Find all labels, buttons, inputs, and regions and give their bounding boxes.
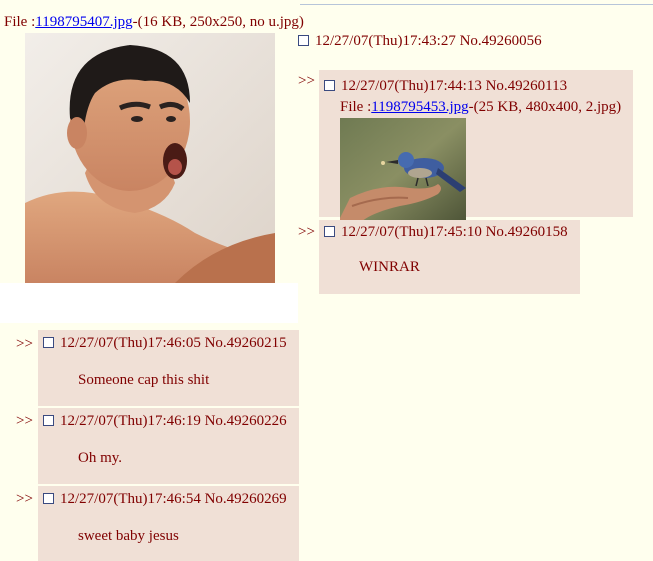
op-image-caption-area xyxy=(0,283,298,323)
reply-post: 12/27/07(Thu)17:44:13 No.49260113 File :… xyxy=(319,70,633,223)
reply-post: 12/27/07(Thu)17:46:19 No.49260226 Oh my. xyxy=(38,408,299,484)
reply-header: 12/27/07(Thu)17:46:54 No.49260269 xyxy=(43,491,287,508)
op-header-text: 12/27/07(Thu)17:43:27 No.49260056 xyxy=(315,33,542,49)
reply-body: WINRAR xyxy=(359,259,420,275)
reply-header-text: 12/27/07(Thu)17:44:13 No.49260113 xyxy=(341,78,568,94)
reply-header: 12/27/07(Thu)17:46:19 No.49260226 xyxy=(43,413,287,430)
reply-file-meta: -(25 KB, 480x400, 2.jpg) xyxy=(468,99,622,115)
op-checkbox[interactable] xyxy=(298,35,309,46)
reply-marker: >> xyxy=(16,491,33,507)
reply-post: 12/27/07(Thu)17:46:05 No.49260215 Someon… xyxy=(38,330,299,406)
reply-post: 12/27/07(Thu)17:45:10 No.49260158 WINRAR xyxy=(319,220,580,294)
reply-marker: >> xyxy=(16,336,33,352)
op-file-prefix: File : xyxy=(4,14,36,30)
reply-file-prefix: File : xyxy=(340,99,372,115)
reply-header: 12/27/07(Thu)17:45:10 No.49260158 xyxy=(324,224,568,241)
reply-checkbox[interactable] xyxy=(43,337,54,348)
reply-checkbox[interactable] xyxy=(324,226,335,237)
op-header: 12/27/07(Thu)17:43:27 No.49260056 xyxy=(298,33,542,50)
reply-header: 12/27/07(Thu)17:44:13 No.49260113 xyxy=(324,78,567,95)
reply-header: 12/27/07(Thu)17:46:05 No.49260215 xyxy=(43,335,287,352)
reply-marker: >> xyxy=(298,224,315,240)
top-divider xyxy=(300,4,653,5)
reply-body: sweet baby jesus xyxy=(78,528,179,544)
reply-body: Someone cap this shit xyxy=(78,372,210,388)
reply-header-text: 12/27/07(Thu)17:46:54 No.49260269 xyxy=(60,491,287,507)
op-file-info: File :1198795407.jpg-(16 KB, 250x250, no… xyxy=(4,14,304,31)
reply-file-info: File :1198795453.jpg-(25 KB, 480x400, 2.… xyxy=(340,99,621,116)
reply-marker: >> xyxy=(16,413,33,429)
reply-header-text: 12/27/07(Thu)17:46:19 No.49260226 xyxy=(60,413,287,429)
reply-checkbox[interactable] xyxy=(324,80,335,91)
reply-marker: >> xyxy=(298,73,315,89)
op-image[interactable] xyxy=(25,33,275,283)
reply-image[interactable] xyxy=(340,118,466,223)
reply-checkbox[interactable] xyxy=(43,415,54,426)
reply-post: 12/27/07(Thu)17:46:54 No.49260269 sweet … xyxy=(38,486,299,561)
reply-file-link[interactable]: 1198795453.jpg xyxy=(371,99,468,115)
reply-checkbox[interactable] xyxy=(43,493,54,504)
op-file-link[interactable]: 1198795407.jpg xyxy=(35,14,132,30)
reply-header-text: 12/27/07(Thu)17:46:05 No.49260215 xyxy=(60,335,287,351)
reply-header-text: 12/27/07(Thu)17:45:10 No.49260158 xyxy=(341,224,568,240)
op-file-meta: -(16 KB, 250x250, no u.jpg) xyxy=(132,14,304,30)
reply-body: Oh my. xyxy=(78,450,123,466)
